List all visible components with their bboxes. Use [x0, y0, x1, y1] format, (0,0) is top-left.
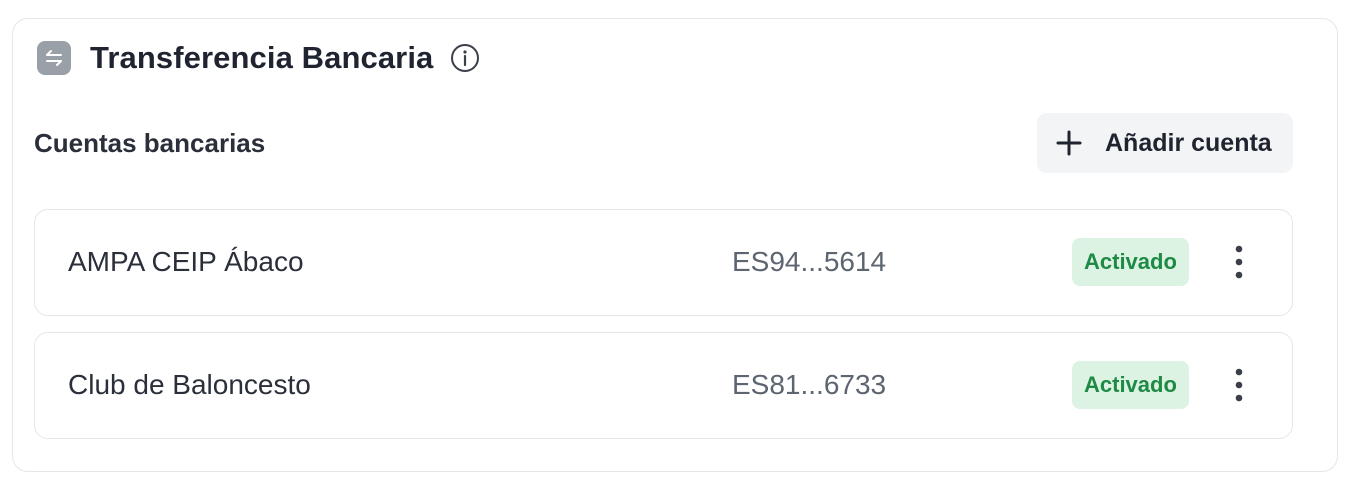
more-vertical-icon[interactable]: [1226, 364, 1252, 406]
add-account-button[interactable]: Añadir cuenta: [1037, 113, 1293, 173]
account-name: Club de Baloncesto: [68, 369, 311, 400]
account-name: AMPA CEIP Ábaco: [68, 246, 304, 277]
bank-account-row[interactable]: AMPA CEIP Ábaco ES94...5614 Activado: [34, 209, 1293, 316]
add-account-label: Añadir cuenta: [1105, 128, 1272, 157]
accounts-heading: Cuentas bancarias: [34, 128, 266, 158]
info-icon[interactable]: [450, 43, 480, 73]
bank-transfer-arrows-icon: [37, 41, 71, 75]
section-header: Transferencia Bancaria: [37, 40, 480, 76]
account-iban: ES94...5614: [732, 246, 887, 277]
status-badge: Activado: [1072, 361, 1189, 409]
status-badge: Activado: [1072, 238, 1189, 286]
account-iban: ES81...6733: [732, 369, 887, 400]
plus-icon: [1055, 129, 1083, 157]
section-title: Transferencia Bancaria: [90, 40, 434, 75]
bank-account-row[interactable]: Club de Baloncesto ES81...6733 Activado: [34, 332, 1293, 439]
more-vertical-icon[interactable]: [1226, 241, 1252, 283]
